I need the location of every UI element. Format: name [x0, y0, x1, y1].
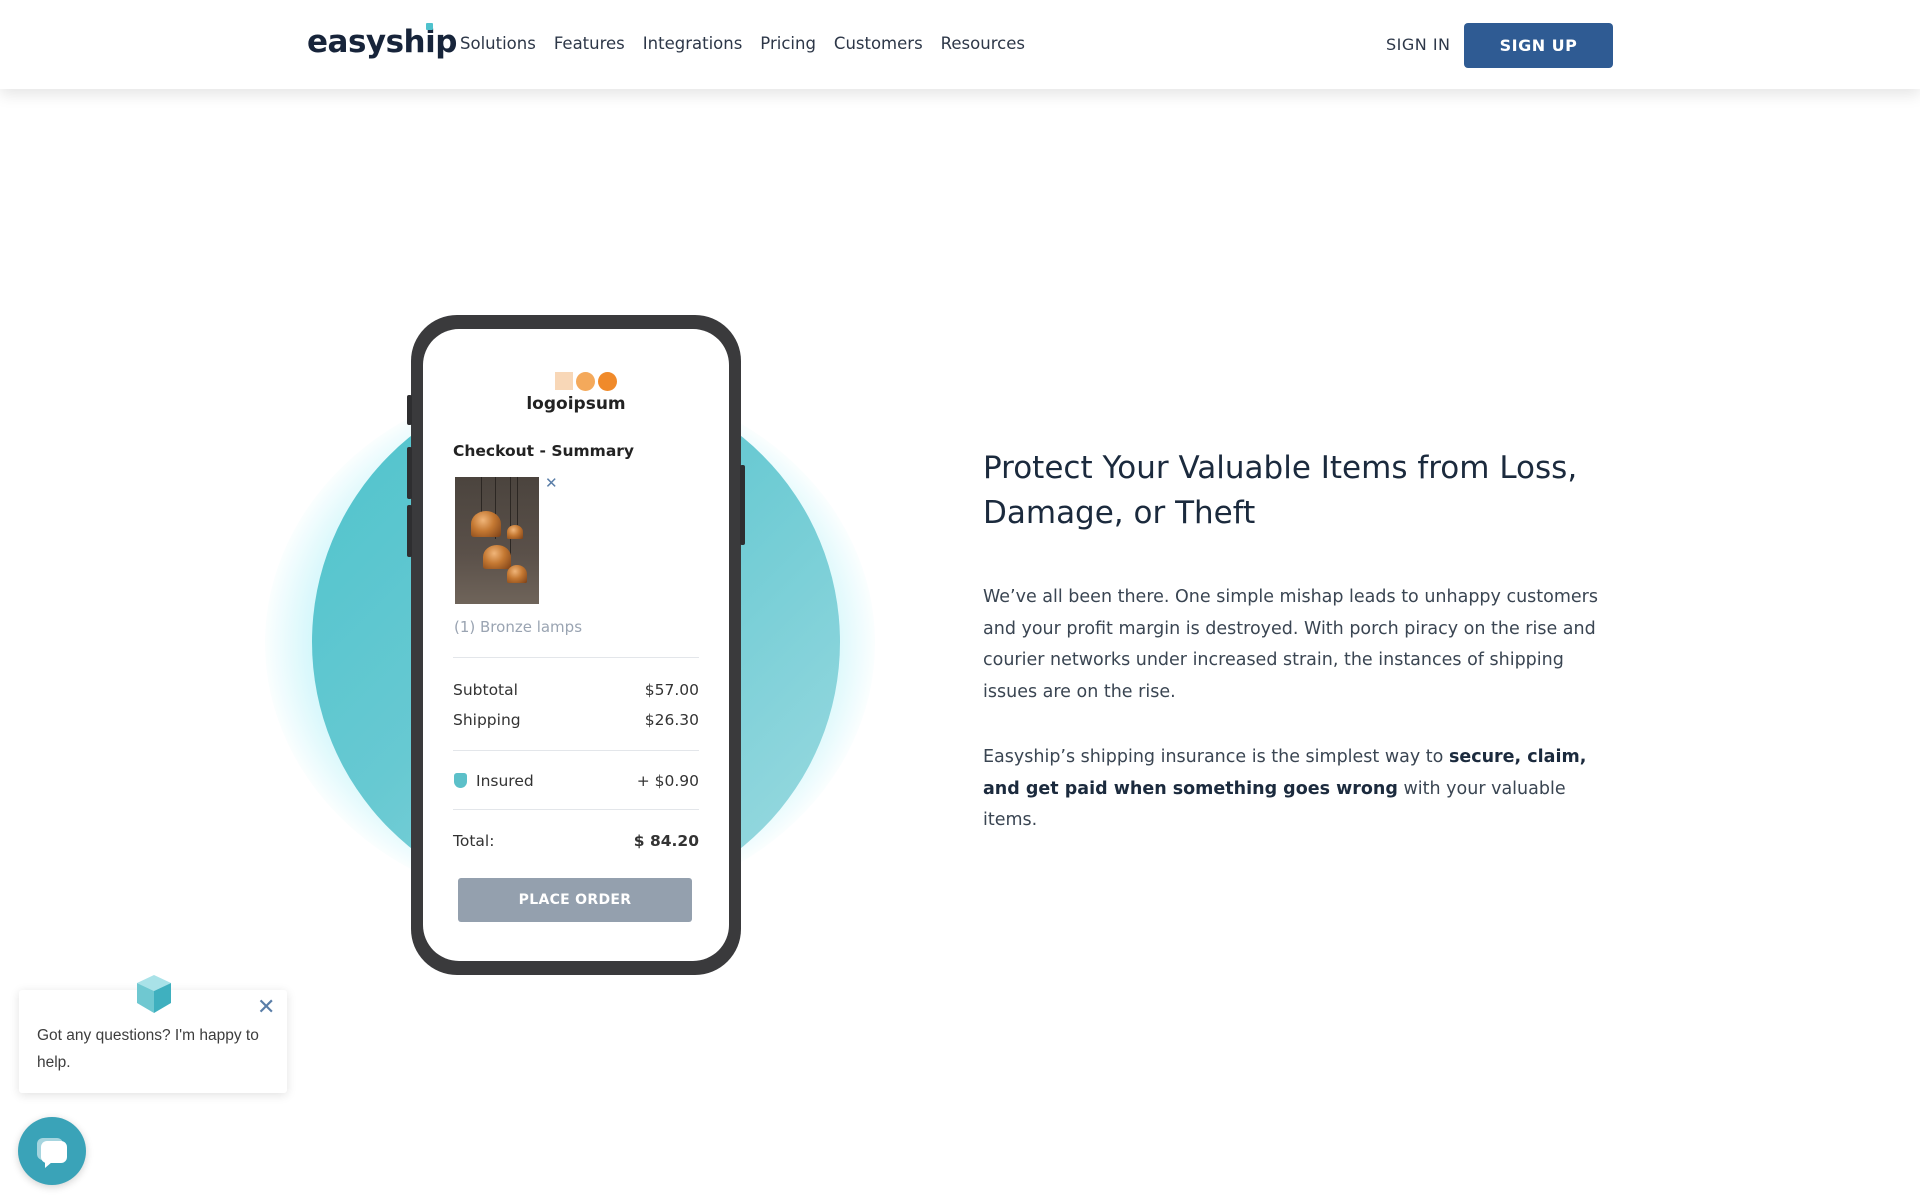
subtotal-value: $57.00: [644, 681, 699, 699]
close-icon[interactable]: ✕: [257, 997, 275, 1019]
nav-solutions[interactable]: Solutions: [460, 34, 536, 53]
lamp-wire: [517, 477, 518, 525]
logo-accent: [426, 23, 433, 30]
phone-side-button: [407, 447, 412, 499]
chat-message: Got any questions? I'm happy to help.: [37, 1027, 259, 1071]
insurance-paragraph: Easyship’s shipping insurance is the sim…: [983, 742, 1603, 837]
chat-icon: [37, 1138, 67, 1168]
divider: [453, 657, 699, 658]
divider: [453, 750, 699, 751]
total-label: Total:: [453, 832, 495, 850]
nav-pricing[interactable]: Pricing: [760, 34, 816, 53]
logo-text: easyship: [307, 24, 457, 60]
divider: [453, 809, 699, 810]
section-headline: Protect Your Valuable Items from Loss, D…: [983, 450, 1578, 531]
product-image: [455, 477, 539, 604]
phone-screen: logoipsum Checkout - Summary ✕ (1) Bronz…: [423, 329, 729, 961]
sign-up-button[interactable]: SIGN UP: [1464, 23, 1613, 68]
chat-launcher-button[interactable]: [18, 1117, 86, 1185]
intro-paragraph: We’ve all been there. One simple mishap …: [983, 587, 1598, 702]
phone-side-button: [407, 505, 412, 557]
lamp-shade: [483, 545, 511, 569]
subtotal-label: Subtotal: [453, 681, 518, 699]
lamp-shade: [507, 565, 527, 583]
paragraph-text: Easyship’s shipping insurance is the sim…: [983, 747, 1449, 767]
insured-label: Insured: [476, 772, 534, 790]
total-value: $ 84.20: [633, 832, 699, 850]
phone-power-button: [740, 465, 745, 545]
phone-mockup: logoipsum Checkout - Summary ✕ (1) Bronz…: [407, 315, 745, 975]
shipping-label: Shipping: [453, 711, 521, 729]
checkout-title: Checkout - Summary: [453, 442, 635, 460]
logoipsum-mark: [555, 372, 617, 391]
nav-customers[interactable]: Customers: [834, 34, 923, 53]
product-label: (1) Bronze lamps: [454, 618, 583, 636]
nav-resources[interactable]: Resources: [941, 34, 1025, 53]
lamp-wire: [510, 477, 511, 555]
sign-in-link[interactable]: SIGN IN: [1386, 35, 1451, 54]
logo-circle-shape: [598, 372, 617, 391]
shipping-value: $26.30: [644, 711, 699, 729]
nav-integrations[interactable]: Integrations: [643, 34, 743, 53]
logo-square-shape: [555, 372, 573, 390]
close-icon[interactable]: ✕: [545, 474, 558, 492]
nav-features[interactable]: Features: [554, 34, 625, 53]
logo-circle-shape: [576, 372, 595, 391]
cube-icon: [137, 975, 171, 1013]
site-header: easyship Solutions Features Integrations…: [0, 0, 1920, 89]
phone-side-button: [407, 395, 412, 425]
lamp-shade: [471, 511, 501, 537]
shield-icon: [454, 773, 467, 788]
insured-value: + $0.90: [636, 772, 699, 790]
easyship-logo[interactable]: easyship: [307, 23, 457, 60]
place-order-button[interactable]: PLACE ORDER: [458, 878, 692, 922]
lamp-shade: [507, 525, 523, 539]
logoipsum-text: logoipsum: [526, 394, 626, 414]
main-nav: Solutions Features Integrations Pricing …: [460, 34, 1025, 53]
